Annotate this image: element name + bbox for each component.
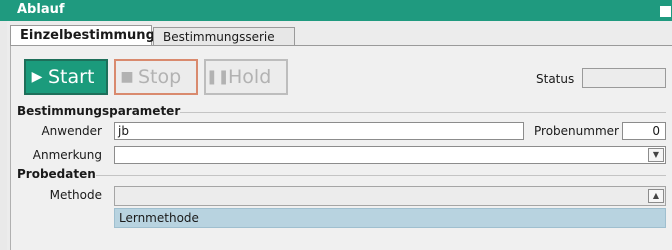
section-divider bbox=[180, 112, 666, 113]
status-field bbox=[582, 68, 666, 88]
anmerkung-label: Anmerkung bbox=[32, 148, 102, 162]
play-icon: ▶ bbox=[31, 69, 43, 85]
methode-combobox[interactable] bbox=[114, 186, 666, 206]
tab-label: Einzelbestimmung bbox=[20, 28, 155, 43]
start-button-label: Start bbox=[48, 66, 95, 88]
section-title-bestimmungsparameter: Bestimmungsparameter bbox=[17, 104, 181, 118]
chevron-down-icon[interactable]: ▼ bbox=[648, 148, 664, 162]
stop-square-icon: ■ bbox=[120, 69, 134, 85]
status-label: Status bbox=[536, 72, 575, 86]
tab-bestimmungsserie[interactable]: Bestimmungsserie bbox=[153, 27, 295, 47]
section-title-probedaten: Probedaten bbox=[17, 167, 96, 181]
anwender-label: Anwender bbox=[41, 124, 102, 138]
ablauf-window: Ablauf Einzelbestimmung Bestimmungsserie… bbox=[0, 0, 672, 250]
window-title: Ablauf bbox=[17, 2, 65, 17]
hold-button-label: Hold bbox=[228, 66, 272, 88]
maximize-icon[interactable] bbox=[660, 6, 671, 17]
hold-button[interactable]: ❚❚Hold bbox=[204, 59, 288, 95]
pause-icon: ❚❚ bbox=[206, 69, 230, 85]
stop-button[interactable]: ■ Stop bbox=[114, 59, 198, 95]
methode-option-label: Lernmethode bbox=[119, 211, 199, 225]
anwender-input[interactable]: jb bbox=[114, 122, 524, 140]
tab-label: Bestimmungsserie bbox=[163, 30, 275, 44]
methode-option[interactable]: Lernmethode bbox=[114, 208, 666, 228]
start-button[interactable]: ▶ Start bbox=[24, 59, 108, 95]
chevron-up-icon[interactable]: ▲ bbox=[648, 189, 664, 203]
title-bar: Ablauf bbox=[0, 0, 672, 21]
stop-button-label: Stop bbox=[138, 66, 182, 88]
anmerkung-combobox[interactable] bbox=[114, 146, 666, 164]
probennummer-input[interactable]: 0 bbox=[622, 122, 666, 140]
section-divider bbox=[96, 175, 666, 176]
probennummer-label: Probenummer bbox=[534, 124, 619, 138]
methode-label: Methode bbox=[49, 188, 102, 202]
tab-einzelbestimmung[interactable]: Einzelbestimmung bbox=[10, 25, 155, 47]
